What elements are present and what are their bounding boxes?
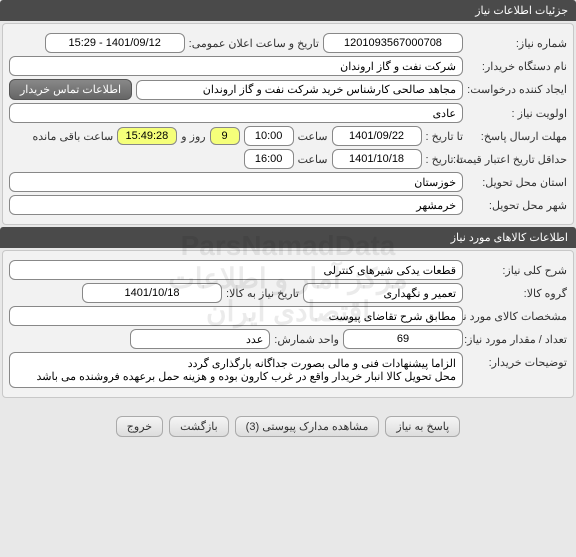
days-remaining: 9 (210, 127, 240, 145)
label-need-number: شماره نیاز: (467, 37, 567, 50)
field-price-valid-time[interactable] (244, 149, 294, 169)
label-notes: توضیحات خریدار: (467, 352, 567, 369)
panel-need-details: شماره نیاز: تاریخ و ساعت اعلان عمومی: نا… (2, 23, 574, 225)
label-time1: ساعت (298, 130, 328, 143)
label-province: استان محل تحویل: (467, 176, 567, 189)
field-province[interactable] (9, 172, 463, 192)
label-creator: ایجاد کننده درخواست: (467, 83, 567, 96)
label-group: گروه کالا: (467, 287, 567, 300)
field-need-number[interactable] (323, 33, 463, 53)
notes-line-1: الزاما پیشنهادات فنی و مالی بصورت جداگان… (16, 357, 456, 370)
section-header-need-details: جزئیات اطلاعات نیاز (0, 0, 576, 21)
label-to-date: تا تاریخ : (426, 130, 463, 143)
buyer-contact-button[interactable]: اطلاعات تماس خریدار (9, 79, 132, 100)
section-title: جزئیات اطلاعات نیاز (475, 5, 568, 17)
field-creator[interactable] (136, 80, 463, 100)
label-buyer: نام دستگاه خریدار: (467, 60, 567, 73)
field-spec[interactable] (9, 306, 463, 326)
label-deadline: مهلت ارسال پاسخ: (467, 130, 567, 143)
countdown-timer: 15:49:28 (117, 127, 177, 145)
field-deadline-date[interactable] (332, 126, 422, 146)
label-price-valid: حداقل تاریخ اعتبار قیمت: (467, 153, 567, 166)
field-buyer[interactable] (9, 56, 463, 76)
label-remain: ساعت باقی مانده (33, 130, 114, 143)
field-desc[interactable] (9, 260, 463, 280)
attachments-button[interactable]: مشاهده مدارک پیوستی (3) (235, 416, 380, 437)
field-group[interactable] (303, 283, 463, 303)
field-announce[interactable] (45, 33, 185, 53)
label-unit: واحد شمارش: (274, 333, 339, 346)
label-qty: تعداد / مقدار مورد نیاز: (467, 333, 567, 346)
field-price-valid-date[interactable] (332, 149, 422, 169)
exit-button[interactable]: خروج (116, 416, 163, 437)
label-spec: مشخصات کالای مورد نیاز: (467, 310, 567, 323)
field-deadline-time[interactable] (244, 126, 294, 146)
section-title-goods: اطلاعات کالاهای مورد نیاز (451, 232, 568, 244)
field-qty[interactable] (343, 329, 463, 349)
field-city[interactable] (9, 195, 463, 215)
label-priority: اولویت نیاز : (467, 107, 567, 120)
panel-goods: شرح کلی نیاز: گروه کالا: تاریخ نیاز به ک… (2, 250, 574, 398)
button-bar: پاسخ به نیاز مشاهده مدارک پیوستی (3) باز… (0, 408, 576, 445)
label-announce: تاریخ و ساعت اعلان عمومی: (189, 37, 319, 50)
field-unit[interactable] (130, 329, 270, 349)
field-need-date[interactable] (82, 283, 222, 303)
label-days: روز و (181, 130, 205, 143)
section-header-goods: اطلاعات کالاهای مورد نیاز (0, 227, 576, 248)
label-desc: شرح کلی نیاز: (467, 264, 567, 277)
notes-line-2: محل تحویل کالا انبار خریدار واقع در غرب … (16, 370, 456, 383)
label-city: شهر محل تحویل: (467, 199, 567, 212)
respond-button[interactable]: پاسخ به نیاز (385, 416, 460, 437)
label-time2: ساعت (298, 153, 328, 166)
field-priority[interactable] (9, 103, 463, 123)
field-notes[interactable]: الزاما پیشنهادات فنی و مالی بصورت جداگان… (9, 352, 463, 388)
label-need-date: تاریخ نیاز به کالا: (226, 287, 299, 300)
back-button[interactable]: بازگشت (169, 416, 229, 437)
label-to-date2: تا تاریخ : (426, 153, 463, 166)
